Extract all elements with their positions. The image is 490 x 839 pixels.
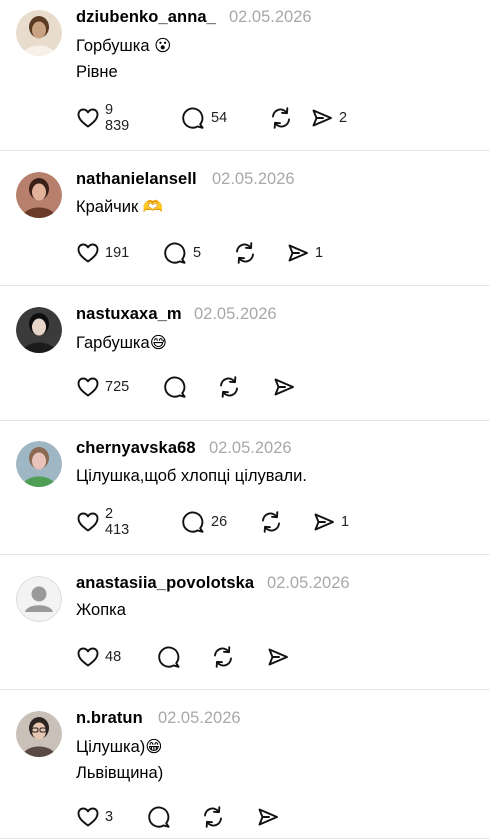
share-button[interactable]: 2 [310,104,347,132]
post-date: 02.05.2026 [194,305,277,323]
like-button[interactable]: 191 [76,239,129,267]
like-button[interactable]: 2 413 [76,506,130,538]
avatar[interactable] [16,10,62,56]
heart-icon [76,645,100,669]
comment-count: 54 [211,110,228,126]
share-button[interactable]: 1 [286,239,323,267]
heart-icon [76,241,100,265]
reply-post: nathanielansell 02.05.2026 Крайчик 🫶 191 5 1 [0,151,490,286]
post-date: 02.05.2026 [267,574,350,592]
username[interactable]: anastasiia_povolotska [76,574,254,593]
post-text: Крайчик 🫶 [76,198,164,216]
avatar[interactable] [16,172,62,218]
username[interactable]: dziubenko_anna_ [76,8,216,27]
heart-icon [76,375,100,399]
repost-icon [258,509,284,535]
send-icon [266,645,290,669]
like-button[interactable]: 725 [76,373,129,401]
post-text: Жопка [76,601,126,619]
avatar[interactable] [16,307,62,353]
share-count: 2 [339,110,348,126]
heart-icon [76,510,100,534]
like-button[interactable]: 48 [76,643,121,671]
comment-button[interactable]: 26 [180,508,227,536]
comment-bubble-icon [180,509,206,535]
share-button[interactable] [256,803,280,831]
repost-icon [232,240,258,266]
comment-button[interactable] [146,803,172,831]
username[interactable]: nastuxaxa_m [76,305,182,324]
send-icon [256,805,280,829]
avatar[interactable] [16,441,62,487]
like-count: 48 [105,649,122,665]
post-date: 02.05.2026 [209,439,292,457]
like-count: 3 [105,809,114,825]
comment-button[interactable] [156,643,182,671]
comment-bubble-icon [156,644,182,670]
like-count: 725 [105,379,130,395]
avatar[interactable] [16,711,62,757]
reply-post: chernyavska68 02.05.2026 Цілушка,щоб хлопц… [0,421,490,555]
like-count: 191 [105,245,130,261]
comment-button[interactable] [162,373,188,401]
post-date: 02.05.2026 [212,170,295,188]
reply-post: nastuxaxa_m 02.05.2026 Гарбушка😅 725 [0,286,490,421]
like-button[interactable]: 3 [76,803,113,831]
repost-icon [216,374,242,400]
username[interactable]: n.bratun [76,709,143,728]
repost-icon [210,644,236,670]
repost-button[interactable] [268,104,294,132]
comment-count: 5 [193,245,202,261]
repost-button[interactable] [210,643,236,671]
like-button[interactable]: 9 839 [76,102,130,134]
post-text: Рівне [76,63,118,81]
post-text: Цілушка)😁 [76,738,163,756]
reply-post: anastasiia_povolotska 02.05.2026 Жопка 48 [0,555,490,690]
comment-bubble-icon [180,105,206,131]
share-count: 1 [341,514,350,530]
send-icon [312,510,336,534]
comment-button[interactable]: 54 [180,104,227,132]
post-text: Львівщина) [76,764,164,782]
reply-post: n.bratun 02.05.2026 Цілушка)😁 Львівщина) 3 [0,690,490,839]
comment-button[interactable]: 5 [162,239,201,267]
send-icon [272,375,296,399]
comment-count: 26 [211,514,228,530]
comment-bubble-icon [146,804,172,830]
reply-post: dziubenko_anna_ 02.05.2026 Горбушка 😮 Рівне… [0,0,490,151]
heart-icon [76,805,100,829]
like-count: 2 413 [105,506,130,538]
comment-bubble-icon [162,240,188,266]
post-text: Гарбушка😅 [76,334,167,352]
comment-bubble-icon [162,374,188,400]
like-count: 9 839 [105,102,130,134]
repost-icon [268,105,294,131]
share-button[interactable] [266,643,290,671]
send-icon [310,106,334,130]
username[interactable]: chernyavska68 [76,439,196,458]
repost-icon [200,804,226,830]
post-text: Цілушка,щоб хлопці цілували. [76,467,307,485]
repost-button[interactable] [232,239,258,267]
repost-button[interactable] [216,373,242,401]
repost-button[interactable] [258,508,284,536]
share-count: 1 [315,245,324,261]
share-button[interactable]: 1 [312,508,349,536]
repost-button[interactable] [200,803,226,831]
username[interactable]: nathanielansell [76,170,197,189]
heart-icon [76,106,100,130]
avatar[interactable] [16,576,62,622]
share-button[interactable] [272,373,296,401]
send-icon [286,241,310,265]
post-text: Горбушка 😮 [76,37,172,55]
post-date: 02.05.2026 [158,709,241,727]
post-date: 02.05.2026 [229,8,312,26]
